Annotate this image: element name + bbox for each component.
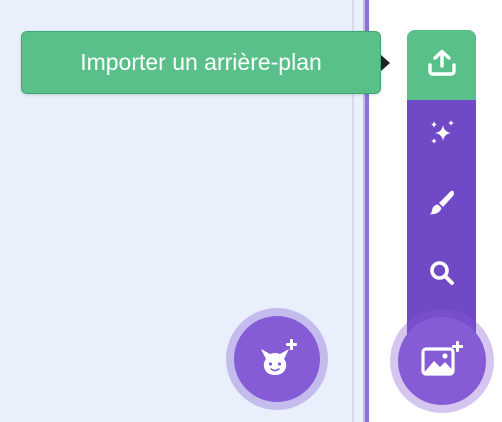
choose-backdrop-search-button[interactable] [407, 240, 476, 310]
tooltip-text: Importer un arrière-plan [80, 49, 322, 75]
image-add-icon [419, 339, 465, 384]
surprise-backdrop-button[interactable] [407, 100, 476, 170]
upload-icon [427, 49, 457, 82]
tooltip: Importer un arrière-plan [21, 31, 381, 94]
tooltip-arrow [381, 55, 390, 71]
cat-add-icon [255, 337, 299, 382]
paint-brush-icon [428, 189, 456, 222]
choose-backdrop-button[interactable] [398, 317, 486, 405]
upload-backdrop-button[interactable] [407, 30, 476, 100]
surprise-sparkle-icon [428, 119, 456, 152]
choose-sprite-button[interactable] [234, 316, 320, 402]
backdrop-menu [407, 30, 476, 350]
search-icon [428, 259, 456, 292]
paint-backdrop-button[interactable] [407, 170, 476, 240]
